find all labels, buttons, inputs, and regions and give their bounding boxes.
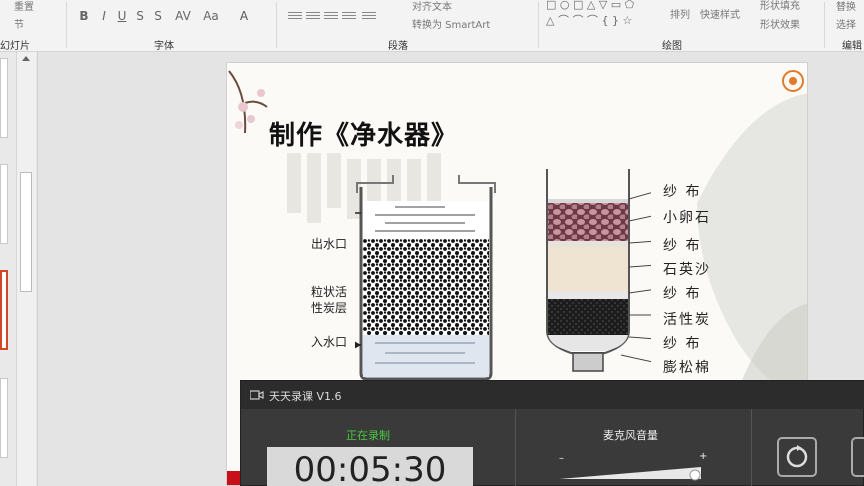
reset-record-button[interactable] [777,437,817,477]
align-text-button[interactable]: 对齐文本 [412,0,452,13]
volume-minus: – [559,453,564,464]
water-purifier-container-diagram [355,175,496,381]
shapes-gallery-row2[interactable]: △ ⌒ ⌒ ⌒ { } ☆ [546,12,632,28]
font-color-button[interactable]: A [236,9,252,23]
underline-button[interactable]: U [114,9,130,23]
stop-record-button[interactable] [851,437,864,477]
slides-group-label: 幻灯片 [0,41,30,52]
shape-fill-button[interactable]: 形状填充 [760,0,800,12]
recorder-app-title: 天天录课 V1.6 [269,390,342,403]
diagram-label: 粒状活 [311,285,348,299]
filter-layer-label: 膨松棉 [663,360,711,376]
bottle-filter-diagram [546,169,651,372]
shapes-gallery[interactable]: □ ○ □ △ ▽ ▭ ⬠ [546,0,634,11]
bold-button[interactable]: B [76,9,92,23]
filter-layer-label: 小卵石 [663,210,711,226]
filter-layer-label: 纱 布 [663,184,702,200]
strikethrough-button[interactable]: S [150,9,166,23]
align-center-icon[interactable] [306,10,320,22]
align-left-icon[interactable] [288,10,302,22]
slide-thumbnail[interactable] [0,164,8,244]
slide-thumbnail[interactable] [0,378,8,458]
divider [538,2,539,48]
change-case-button[interactable]: Aa [200,9,222,23]
filter-layer-label: 纱 布 [663,336,702,352]
shape-effects-button[interactable]: 形状效果 [760,16,800,31]
slide-title[interactable]: 制作《净水器》 [269,115,458,152]
mic-volume-label: 麦克风音量 [603,429,658,442]
mic-volume-slider[interactable] [557,465,707,481]
filter-layer-label: 纱 布 [663,238,702,254]
reset-button[interactable]: 重置 [14,0,34,13]
shadow-button[interactable]: S [132,9,148,23]
slide-thumbnail[interactable] [0,58,8,138]
ribbon: 重置 节 幻灯片 B I U S S AV Aa A 字体 对齐文本 转换为 S… [0,0,864,52]
columns-icon[interactable] [362,10,376,22]
arrange-button[interactable]: 排列 [670,6,690,21]
quick-styles-button[interactable]: 快速样式 [700,6,740,21]
recorder-titlebar[interactable]: 天天录课 V1.6 [241,381,864,409]
scroll-up-icon[interactable] [22,56,30,61]
divider [824,2,825,48]
diagram-label: 性炭层 [311,301,348,315]
recording-timer: 00:05:30 [267,447,473,486]
divider [515,409,516,486]
justify-icon[interactable] [342,10,356,22]
filter-layer-label: 石英沙 [663,262,711,278]
font-group-label: 字体 [154,41,174,52]
convert-smartart-button[interactable]: 转换为 SmartArt [412,16,490,31]
divider [276,2,277,48]
align-right-icon[interactable] [324,10,338,22]
volume-plus: + [699,451,708,462]
diagram-label: 入水口 [311,335,348,349]
select-button[interactable]: 选择 [836,16,856,31]
slide-red-accent [227,471,241,485]
recorder-window[interactable]: 天天录课 V1.6 正在录制 00:05:30 麦克风音量 – + [240,380,864,486]
diagram-label: 出水口 [311,237,348,251]
section-button[interactable]: 节 [14,16,24,31]
slide-thumbnail-selected[interactable] [0,270,8,350]
filter-layer-label: 活性炭 [663,312,711,328]
replace-button[interactable]: 替换 [836,0,856,13]
italic-button[interactable]: I [96,9,112,23]
camera-icon [250,390,264,400]
scrollbar-thumb[interactable] [20,172,32,292]
paragraph-group-label: 段落 [388,41,408,52]
refresh-icon [786,445,808,468]
divider [751,409,752,486]
editing-group-label: 编辑 [842,41,862,52]
recording-status: 正在录制 [346,429,390,442]
char-spacing-button[interactable]: AV [172,9,194,23]
drawing-group-label: 绘图 [662,41,682,52]
divider [66,2,67,48]
thumbnail-scrollbar[interactable] [16,52,36,486]
filter-layer-label: 纱 布 [663,286,702,302]
